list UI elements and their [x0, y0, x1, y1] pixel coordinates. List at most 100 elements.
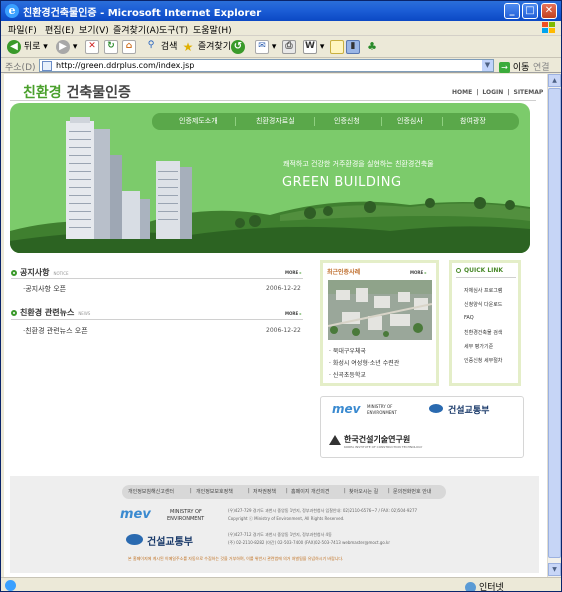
notice-title: 공지사항 NOTICE	[11, 267, 69, 278]
quick-link-title: QUICK LINK	[456, 267, 503, 274]
forward-button[interactable]: ▶ ▾	[56, 39, 77, 55]
site-logo[interactable]: 친환경 건축물인증	[23, 82, 131, 102]
back-button[interactable]: ◀ 뒤로 ▾	[7, 39, 48, 55]
menu-tools[interactable]: 도구(T)	[159, 23, 188, 36]
nav-separator	[381, 117, 382, 126]
footer-address-2: (우)427-712 경기도 과천시 중앙동 1번지, 정부과천청사 4동	[228, 532, 332, 537]
address-label: 주소(D)	[5, 63, 36, 73]
recent-case-item[interactable]: · 화성시 여성형·소년 수련관	[329, 358, 399, 367]
recent-case-item[interactable]: · 북대구우체국	[329, 346, 366, 355]
arrow-right-icon: ▸	[299, 311, 302, 316]
title-bar[interactable]: e 친환경건축물인증 - Microsoft Internet Explorer…	[1, 1, 561, 21]
quick-link-criteria[interactable]: 세부 평가기준	[464, 343, 493, 350]
links-button[interactable]: 연결	[533, 60, 550, 73]
go-button[interactable]: → 이동	[499, 60, 529, 73]
discuss-button[interactable]	[330, 39, 344, 55]
section-bullet-icon	[11, 269, 17, 276]
footer-links: 개인정보침해신고센터 | 개인정보보호정책 | 저작권정책 | 홈페이지 개선의…	[122, 485, 446, 499]
refresh-button[interactable]: ↻	[104, 39, 118, 55]
quick-link-faq[interactable]: FAQ	[464, 315, 474, 321]
nav-separator	[314, 117, 315, 126]
recent-more-link[interactable]: MORE ▸	[410, 270, 427, 275]
menu-edit[interactable]: 편집(E)	[45, 23, 74, 36]
favorites-button[interactable]: ★ 즐겨찾기	[181, 39, 231, 55]
notice-post[interactable]: ·공지사항 오픈	[23, 284, 66, 294]
vertical-scrollbar[interactable]: ▲ ▼	[547, 74, 561, 577]
stop-icon: ✕	[85, 39, 99, 54]
banner-headline: GREEN BUILDING	[282, 175, 402, 190]
footer-link-copyright[interactable]: 저작권정책	[253, 488, 276, 495]
star-icon: ★	[182, 39, 194, 54]
header-divider	[10, 100, 536, 101]
kict-logo[interactable]: 한국건설기술연구원	[344, 434, 410, 445]
stop-button[interactable]: ✕	[85, 39, 99, 55]
page-viewport: 친환경 건축물인증 HOME | LOGIN | SITEMAP 인증제도소개 …	[4, 74, 547, 577]
discuss-icon	[330, 39, 344, 54]
nav-apply[interactable]: 인증신청	[334, 116, 360, 126]
menu-favorites[interactable]: 즐겨찾기(A)	[113, 23, 159, 36]
url-input[interactable]: http://green.ddrplus.com/index.jsp ▼	[39, 59, 494, 72]
windows-logo-icon	[542, 22, 555, 34]
recent-cases-box: 최근인증사례 MORE ▸ · 북대구우체국 · 화성시 여성형·소년 수련관 …	[320, 260, 439, 386]
mail-button[interactable]: ✉ ▾	[255, 39, 276, 55]
nav-review[interactable]: 인증심사	[397, 116, 423, 126]
login-link[interactable]: LOGIN	[482, 89, 503, 96]
quick-link-download-forms[interactable]: 신청양식 다운로드	[464, 301, 502, 308]
footer-link-privacy-report[interactable]: 개인정보침해신고센터	[128, 488, 174, 495]
minimize-button[interactable]: _	[504, 3, 520, 19]
url-text: http://green.ddrplus.com/index.jsp	[56, 61, 195, 70]
home-button[interactable]: ⌂	[122, 39, 136, 55]
scroll-thumb[interactable]	[548, 88, 561, 558]
notice-more-link[interactable]: MORE ▸	[285, 270, 302, 275]
scroll-down-icon[interactable]: ▼	[548, 563, 561, 576]
utility-nav: HOME | LOGIN | SITEMAP	[452, 89, 544, 96]
footer-link-contacts[interactable]: 문의전화번호 안내	[393, 488, 431, 495]
nav-archive[interactable]: 친환경자료실	[256, 116, 295, 126]
menu-file[interactable]: 파일(F)	[8, 23, 37, 36]
quick-link-building-search[interactable]: 친환경건축물 검색	[464, 329, 502, 336]
security-zone: 인터넷	[465, 580, 504, 591]
globe-icon	[465, 582, 476, 591]
scroll-up-icon[interactable]: ▲	[548, 74, 561, 87]
page-status-icon	[5, 580, 16, 591]
recent-case-item[interactable]: · 신곡초등학교	[329, 370, 366, 379]
maximize-button[interactable]: □	[522, 3, 538, 19]
news-post[interactable]: ·친환경 관련뉴스 오픈	[23, 326, 88, 336]
sitemap-link[interactable]: SITEMAP	[514, 89, 544, 96]
arrow-right-icon: ▸	[424, 270, 427, 275]
footer-mev-text-2: ENVIRONMENT	[167, 516, 205, 522]
quick-link-self-review[interactable]: 자체심사 프로그램	[464, 287, 502, 294]
edit-button[interactable]: W ▾	[303, 39, 324, 55]
search-button[interactable]: ⚲ 검색	[144, 39, 178, 55]
quick-link-divider	[456, 277, 516, 278]
footer-link-feedback[interactable]: 홈페이지 개선의견	[291, 488, 329, 495]
address-bar: 주소(D) http://green.ddrplus.com/index.jsp…	[1, 58, 561, 73]
kict-subtitle: KOREA INSTITUTE OF CONSTRUCTION TECHNOLO…	[344, 445, 423, 449]
history-button[interactable]: ↺	[231, 39, 245, 55]
nav-certification-intro[interactable]: 인증제도소개	[179, 116, 218, 126]
recent-case-photo[interactable]	[328, 280, 432, 340]
footer-link-privacy-policy[interactable]: 개인정보보호정책	[196, 488, 233, 495]
quick-link-bullet-icon	[456, 268, 461, 273]
url-dropdown-icon[interactable]: ▼	[482, 60, 493, 71]
menu-view[interactable]: 보기(V)	[79, 23, 109, 36]
quick-link-procedure[interactable]: 인증신청 세부절차	[464, 357, 502, 364]
notice-divider	[11, 278, 303, 279]
print-button[interactable]: ⎙	[282, 39, 296, 55]
menu-help[interactable]: 도움말(H)	[193, 23, 232, 36]
footer: 개인정보침해신고센터 | 개인정보보호정책 | 저작권정책 | 홈페이지 개선의…	[10, 476, 539, 573]
footer-link-directions[interactable]: 찾아오시는 길	[349, 488, 378, 495]
home-link[interactable]: HOME	[452, 89, 472, 96]
footer-moct-emblem-icon	[126, 534, 143, 545]
footer-contact: (주) 02-2110-8282 (야간) 02-503-7400 (FAX)0…	[228, 540, 390, 545]
mev-logo[interactable]: mev	[332, 402, 360, 416]
back-arrow-icon: ◀	[7, 39, 21, 54]
research-button[interactable]: ▮	[346, 39, 360, 55]
research-icon: ▮	[346, 39, 360, 54]
nav-forum[interactable]: 참여광장	[460, 116, 486, 126]
messenger-button[interactable]: ♣	[365, 39, 379, 55]
moct-logo[interactable]: 건설교통부	[448, 403, 489, 416]
footer-email-notice: 본 홈페이지에 게시된 이메일주소를 자동으로 수집하는 것을 거부하며, 이를…	[128, 556, 344, 561]
close-button[interactable]: ✕	[541, 3, 557, 19]
news-more-link[interactable]: MORE ▸	[285, 311, 302, 316]
